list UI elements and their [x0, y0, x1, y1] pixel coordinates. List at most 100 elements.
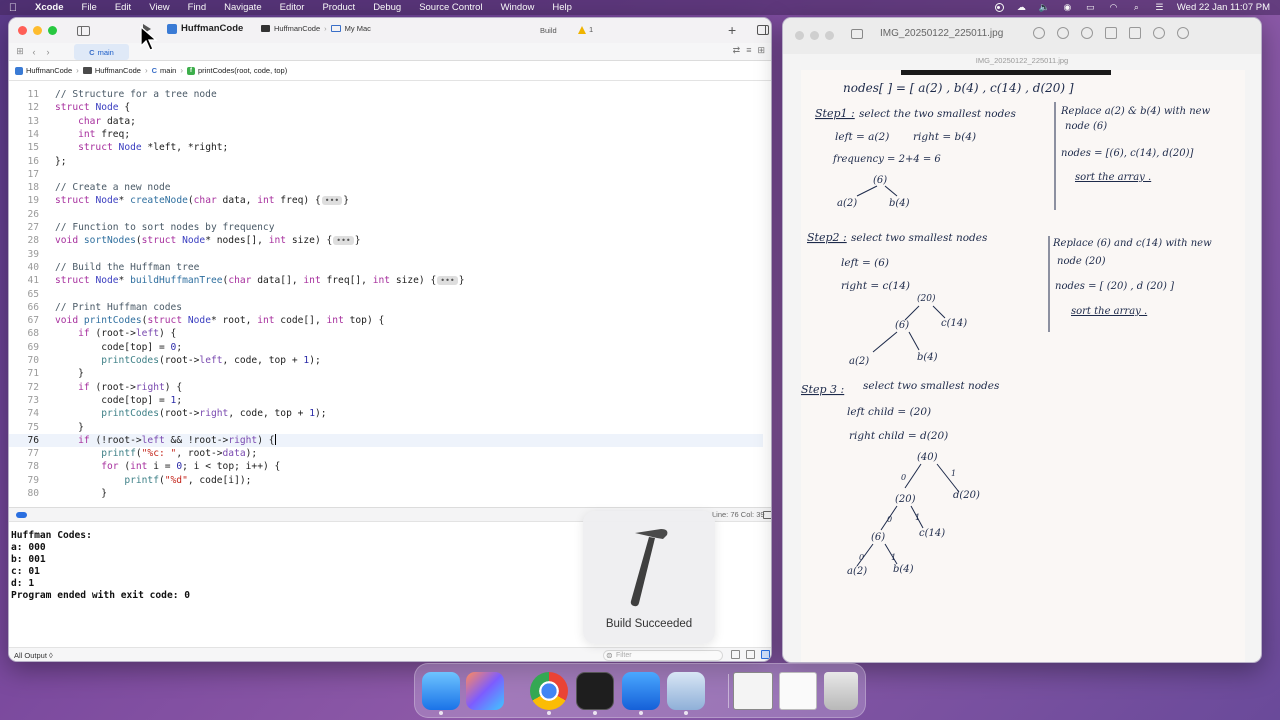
zoom-out-icon[interactable] [1057, 27, 1069, 39]
step2-node-6: (6) [895, 320, 909, 331]
step2-replace-2: node (20) [1057, 256, 1106, 267]
mac-icon [330, 25, 341, 32]
xcode-icon[interactable] [622, 672, 660, 710]
breadcrumb-function[interactable]: f printCodes(root, code, top) [186, 66, 288, 75]
menu-product[interactable]: Product [313, 2, 364, 13]
warning-indicator[interactable]: 1 [578, 25, 593, 34]
code-line: 12 struct Node { [27, 102, 131, 114]
minimized-window-xcode[interactable] [733, 672, 773, 710]
code-editor[interactable]: 11// Structure for a tree node 12 struct … [9, 82, 763, 506]
step1-frequency: frequency = 2+4 = 6 [832, 154, 941, 165]
breadcrumb-project[interactable]: HuffmanCode [15, 66, 72, 75]
launchpad-icon[interactable] [466, 672, 504, 710]
menu-source-control[interactable]: Source Control [410, 2, 491, 13]
focus-icon[interactable]: ◉ [1062, 2, 1073, 13]
breadcrumb-folder[interactable]: HuffmanCode [82, 66, 141, 75]
swap-icon[interactable]: ⇄ [733, 45, 741, 56]
step1-node-a: a(2) [837, 198, 857, 209]
destination-name: My Mac [344, 24, 371, 33]
step1-left: left = a(2) [835, 131, 889, 143]
preview-toolbar: IMG_20250122_225011.jpg [783, 18, 1261, 54]
minimize-button[interactable] [33, 26, 42, 35]
split-editor-icon[interactable]: ⊞ [757, 45, 765, 56]
add-tab-icon[interactable]: + [728, 22, 736, 38]
function-icon: f [186, 66, 195, 75]
step1-node-b: b(4) [889, 198, 910, 209]
battery-icon[interactable]: ▭ [1085, 2, 1096, 13]
apple-menu-icon[interactable]:  [0, 2, 26, 14]
step3-node-d: d(20) [953, 490, 980, 501]
lines-icon[interactable]: ≡ [746, 45, 751, 56]
breadcrumb-project-label: HuffmanCode [26, 66, 73, 75]
menu-view[interactable]: View [140, 2, 178, 13]
forward-arrow-icon[interactable]: › [41, 47, 55, 57]
folded-code-badge[interactable]: ••• [333, 236, 354, 246]
inspector-toggle-icon[interactable] [757, 25, 769, 35]
cloud-icon[interactable]: ☁ [1016, 2, 1027, 13]
console-line: a: 000 [11, 542, 46, 553]
menu-find[interactable]: Find [179, 2, 215, 13]
clock[interactable]: Wed 22 Jan 11:07 PM [1177, 2, 1270, 13]
volume-icon[interactable]: 🔈 [1039, 2, 1050, 13]
preview-icon[interactable] [667, 672, 705, 710]
grid-icon[interactable]: ⊞ [13, 46, 27, 57]
step3-title: select two smallest nodes [863, 380, 1000, 392]
debug-area-toggle-icon[interactable] [16, 512, 27, 518]
menu-debug[interactable]: Debug [364, 2, 410, 13]
edge-label-1: 1 [951, 469, 956, 478]
chrome-icon[interactable] [530, 672, 568, 710]
menu-help[interactable]: Help [543, 2, 581, 13]
filter-input[interactable]: Filter [603, 650, 723, 661]
trash-icon[interactable] [824, 672, 858, 710]
folded-code-badge[interactable]: ••• [321, 196, 343, 206]
preview-minimize-button[interactable] [810, 31, 819, 40]
terminal-icon[interactable] [576, 672, 614, 710]
finder-icon[interactable] [422, 672, 460, 710]
console-view-icon[interactable] [761, 650, 770, 659]
screen-record-icon[interactable] [994, 3, 1004, 12]
menu-app-name[interactable]: Xcode [26, 2, 73, 13]
breadcrumb-function-label: printCodes(root, code, top) [197, 66, 288, 75]
search-icon[interactable] [1177, 27, 1189, 39]
edge-label-0: 0 [859, 553, 864, 562]
preview-close-button[interactable] [795, 31, 804, 40]
wifi-icon[interactable]: ◠ [1108, 2, 1119, 13]
back-arrow-icon[interactable]: ‹ [27, 47, 41, 57]
minimized-window-chrome[interactable] [779, 672, 817, 710]
breadcrumb-file[interactable]: C main [152, 66, 177, 75]
trash-icon[interactable] [731, 650, 740, 659]
tab-main[interactable]: C main [74, 44, 129, 60]
build-status: Build [540, 26, 557, 35]
preview-sidebar-icon[interactable] [851, 29, 863, 39]
zoom-in-icon[interactable] [1081, 27, 1093, 39]
preview-zoom-button[interactable] [825, 31, 834, 40]
menu-edit[interactable]: Edit [106, 2, 140, 13]
close-button[interactable] [18, 26, 27, 35]
output-selector[interactable]: All Output ◊ [14, 651, 53, 660]
info-icon[interactable] [1033, 27, 1045, 39]
rotate-icon[interactable] [1129, 27, 1141, 39]
navigator-toggle-icon[interactable] [77, 25, 90, 36]
split-view-icon[interactable] [746, 650, 755, 659]
zoom-button[interactable] [48, 26, 57, 35]
preview-title: IMG_20250122_225011.jpg [880, 28, 1004, 39]
build-succeeded-hud: Build Succeeded [583, 511, 715, 644]
markup-icon[interactable] [1153, 27, 1165, 39]
code-line: 79 printf("%d", code[i]); [27, 474, 252, 486]
menu-file[interactable]: File [73, 2, 106, 13]
folded-code-badge[interactable]: ••• [437, 276, 458, 286]
step1-replace-1: Replace a(2) & b(4) with new [1060, 106, 1211, 117]
running-indicator [593, 711, 597, 715]
edge-label-1: 1 [891, 553, 896, 562]
menu-window[interactable]: Window [492, 2, 544, 13]
hide-debug-area-icon[interactable] [763, 511, 771, 519]
menu-navigate[interactable]: Navigate [215, 2, 271, 13]
warning-count: 1 [589, 25, 594, 34]
control-center-icon[interactable]: ☰ [1154, 2, 1165, 13]
spotlight-icon[interactable]: ⌕ [1131, 2, 1142, 13]
cursor-position: Line: 76 Col: 39 [712, 510, 765, 519]
step2-replace-1: Replace (6) and c(14) with new [1052, 238, 1212, 249]
scheme-selector[interactable]: HuffmanCode › My Mac [261, 24, 371, 33]
menu-editor[interactable]: Editor [271, 2, 314, 13]
share-icon[interactable] [1105, 27, 1117, 39]
